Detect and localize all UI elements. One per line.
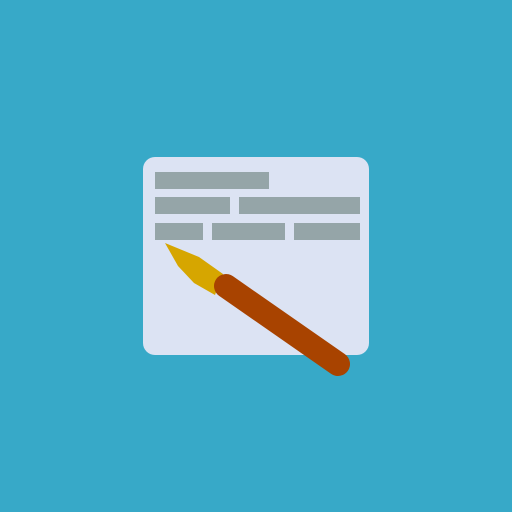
write-document-icon: [0, 0, 512, 512]
icon-canvas: [0, 0, 512, 512]
text-line-2a: [155, 197, 230, 214]
text-line-3c: [294, 223, 360, 240]
text-line-1: [155, 172, 269, 189]
text-line-3a: [155, 223, 203, 240]
text-line-2b: [239, 197, 360, 214]
text-line-3b: [212, 223, 285, 240]
